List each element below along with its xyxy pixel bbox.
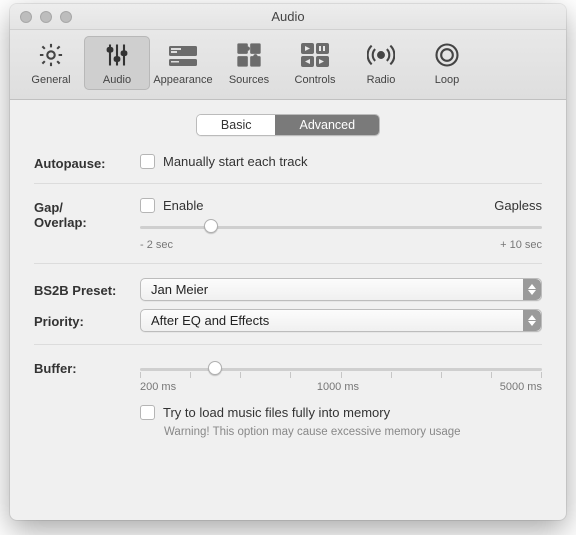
slider-thumb[interactable] <box>204 219 218 233</box>
priority-select[interactable]: After EQ and Effects <box>140 309 542 332</box>
preferences-window: Audio General Audio Appearance Sources <box>10 4 566 520</box>
select-stepper-icon <box>523 310 541 331</box>
checkbox-label: Manually start each track <box>163 154 308 169</box>
loop-icon <box>431 39 463 71</box>
checkbox[interactable] <box>140 154 155 169</box>
checkbox-label: Enable <box>163 198 203 213</box>
toolbar-item-loop[interactable]: Loop <box>414 36 480 90</box>
separator <box>34 183 542 184</box>
toolbar-label: General <box>31 74 70 86</box>
separator <box>34 263 542 264</box>
toolbar-label: Loop <box>435 74 459 86</box>
scale-tick: 5000 ms <box>500 381 542 393</box>
toolbar-item-appearance[interactable]: Appearance <box>150 36 216 90</box>
tab-advanced[interactable]: Advanced <box>275 115 379 135</box>
bs2b-label: BS2B Preset: <box>34 281 140 298</box>
gap-label: Gap/ Overlap: <box>34 198 140 230</box>
puzzle-icon <box>233 39 265 71</box>
media-controls-icon <box>299 39 331 71</box>
slider-thumb[interactable] <box>208 361 222 375</box>
toolbar-label: Radio <box>367 74 396 86</box>
bs2b-select[interactable]: Jan Meier <box>140 278 542 301</box>
autopause-label: Autopause: <box>34 154 140 171</box>
radio-icon <box>365 39 397 71</box>
gear-icon <box>35 39 67 71</box>
memory-checkbox-row[interactable]: Try to load music files fully into memor… <box>140 405 542 420</box>
scale-min: - 2 sec <box>140 239 173 251</box>
window-title: Audio <box>10 9 566 24</box>
select-value: Jan Meier <box>151 282 208 297</box>
preferences-toolbar: General Audio Appearance Sources Control… <box>10 30 566 100</box>
sliders-icon <box>101 39 133 71</box>
toolbar-item-sources[interactable]: Sources <box>216 36 282 90</box>
select-stepper-icon <box>523 279 541 300</box>
toolbar-item-general[interactable]: General <box>18 36 84 90</box>
buffer-slider[interactable] <box>140 361 542 377</box>
scale-tick: 200 ms <box>140 381 176 393</box>
toolbar-item-audio[interactable]: Audio <box>84 36 150 90</box>
toolbar-item-radio[interactable]: Radio <box>348 36 414 90</box>
appearance-icon <box>167 39 199 71</box>
slider-track <box>140 226 542 229</box>
toolbar-label: Audio <box>103 74 131 86</box>
toolbar-item-controls[interactable]: Controls <box>282 36 348 90</box>
autopause-checkbox-row[interactable]: Manually start each track <box>140 154 542 169</box>
gapless-label: Gapless <box>494 198 542 213</box>
slider-track <box>140 368 542 371</box>
scale-tick: 1000 ms <box>317 381 359 393</box>
checkbox-label: Try to load music files fully into memor… <box>163 405 390 420</box>
select-value: After EQ and Effects <box>151 313 269 328</box>
memory-warning: Warning! This option may cause excessive… <box>164 426 542 438</box>
content-area: Basic Advanced Autopause: Manually start… <box>10 100 566 438</box>
checkbox[interactable] <box>140 405 155 420</box>
toolbar-label: Controls <box>295 74 336 86</box>
toolbar-label: Appearance <box>153 74 212 86</box>
tab-basic[interactable]: Basic <box>197 115 276 135</box>
priority-label: Priority: <box>34 312 140 329</box>
separator <box>34 344 542 345</box>
titlebar: Audio <box>10 4 566 30</box>
gap-slider[interactable] <box>140 219 542 235</box>
toolbar-label: Sources <box>229 74 269 86</box>
gap-enable-checkbox-row[interactable]: Enable <box>140 198 203 213</box>
scale-max: + 10 sec <box>500 239 542 251</box>
checkbox[interactable] <box>140 198 155 213</box>
buffer-label: Buffer: <box>34 359 140 376</box>
tab-switcher: Basic Advanced <box>196 114 380 136</box>
